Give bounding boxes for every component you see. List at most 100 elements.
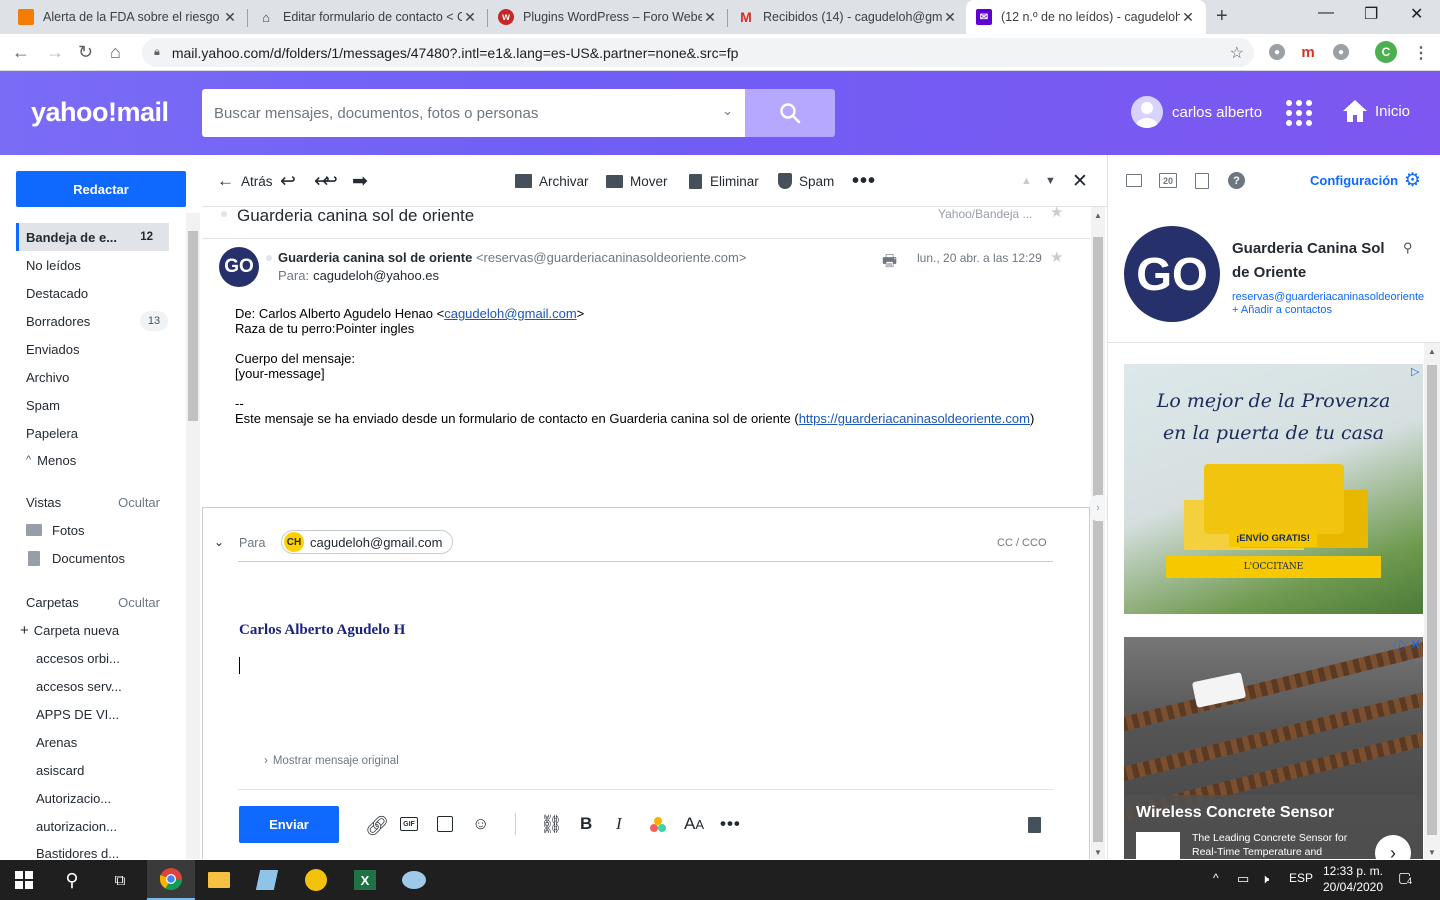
scroll-down-arrow-icon[interactable]: ▼: [1094, 848, 1102, 857]
tray-expand-icon[interactable]: ^: [1213, 871, 1219, 885]
reply-button[interactable]: ↩: [280, 155, 303, 207]
attachment-icon[interactable]: 🔗︎: [365, 814, 389, 838]
close-window-icon[interactable]: ✕: [1410, 4, 1423, 24]
body-from-email-link[interactable]: cagudeloh@gmail.com: [444, 306, 576, 321]
previous-message-icon[interactable]: ▲: [1021, 155, 1032, 207]
bookmark-star-icon[interactable]: ☆: [1230, 43, 1244, 63]
sender-line[interactable]: Guarderia canina sol de oriente <reserva…: [278, 250, 746, 265]
task-view-icon[interactable]: ⧉: [96, 860, 144, 900]
move-button[interactable]: Mover: [606, 155, 668, 207]
composer-body-input[interactable]: [238, 648, 1053, 743]
minimize-icon[interactable]: —: [1318, 4, 1334, 22]
close-message-icon[interactable]: ✕: [1072, 155, 1088, 207]
collapse-rail-chevron-icon[interactable]: ›: [1089, 495, 1107, 521]
sidebar-item-trash[interactable]: Papelera: [16, 419, 186, 447]
scroll-up-arrow-icon[interactable]: ▲: [1428, 347, 1436, 356]
forward-button[interactable]: ➡: [352, 155, 375, 207]
contacts-icon[interactable]: [1126, 174, 1142, 187]
sidebar-user-folder[interactable]: autorizacion...: [16, 812, 186, 840]
system-clock[interactable]: 12:33 p. m. 20/04/2020: [1318, 863, 1388, 895]
bold-icon[interactable]: B: [580, 814, 592, 834]
home-icon[interactable]: ⌂: [110, 42, 121, 62]
excel-icon[interactable]: X: [341, 860, 389, 900]
sidebar-user-folder[interactable]: accesos serv...: [16, 672, 186, 700]
windows-start-icon[interactable]: [0, 860, 48, 900]
print-icon[interactable]: 🖶︎: [882, 250, 897, 277]
scrollbar-thumb[interactable]: [188, 231, 198, 421]
sidebar-user-folder[interactable]: Bastidores d...: [16, 840, 186, 859]
sidebar-item-archive[interactable]: Archivo: [16, 363, 186, 391]
help-icon[interactable]: ?: [1228, 172, 1245, 189]
notepad-icon[interactable]: [1195, 173, 1209, 189]
sidebar-user-folder[interactable]: APPS DE VI...: [16, 700, 186, 728]
gif-icon[interactable]: GIF: [400, 817, 418, 831]
spam-button[interactable]: Spam: [778, 155, 834, 207]
sidebar-item-starred[interactable]: Destacado: [16, 279, 186, 307]
extension-icon[interactable]: ●: [1269, 44, 1285, 60]
emoji-icon[interactable]: ☺: [472, 814, 489, 834]
browser-tab-fda[interactable]: Alerta de la FDA sobre el riesgo d ✕: [8, 0, 248, 34]
scrollbar-thumb[interactable]: [1427, 365, 1437, 835]
sidebar-user-folder[interactable]: Arenas: [16, 728, 186, 756]
paint-app-icon[interactable]: [390, 860, 438, 900]
insert-link-icon[interactable]: ⛓︎: [540, 814, 563, 835]
notepad-app-icon[interactable]: [243, 860, 291, 900]
apps-grid-icon[interactable]: [1286, 100, 1312, 126]
calendar-icon[interactable]: 20: [1159, 173, 1177, 188]
new-tab-icon[interactable]: +: [1216, 5, 1228, 28]
reply-all-button[interactable]: ↩↩: [314, 155, 338, 207]
browser-profile-avatar[interactable]: C: [1375, 41, 1397, 63]
sidebar-item-spam[interactable]: Spam: [16, 391, 186, 419]
scrollbar-thumb[interactable]: [1093, 237, 1103, 842]
scroll-up-arrow-icon[interactable]: ▲: [1094, 211, 1102, 220]
notifications-icon[interactable]: ▢ 4: [1398, 869, 1418, 889]
sticker-icon[interactable]: [437, 816, 453, 832]
message-scrollbar[interactable]: ▲ ▼: [1091, 207, 1105, 859]
search-icon[interactable]: ⚲: [48, 860, 96, 900]
user-menu[interactable]: carlos alberto: [1131, 96, 1262, 128]
close-tab-icon[interactable]: ✕: [942, 9, 958, 26]
close-tab-icon[interactable]: ✕: [462, 9, 478, 26]
folders-hide-link[interactable]: Ocultar: [118, 595, 160, 610]
rail-scrollbar[interactable]: ▲ ▼: [1424, 343, 1440, 859]
next-message-icon[interactable]: ▼: [1045, 155, 1056, 207]
file-explorer-icon[interactable]: [195, 860, 243, 900]
contact-email-link[interactable]: reservas@guarderiacaninasoldeoriente.com: [1232, 291, 1424, 303]
views-hide-link[interactable]: Ocultar: [118, 495, 160, 510]
sidebar-less-toggle[interactable]: ^ Menos: [16, 446, 186, 474]
back-button[interactable]: ← Atrás: [217, 155, 273, 207]
star-icon[interactable]: ★: [1050, 203, 1063, 221]
archive-button[interactable]: Archivar: [515, 155, 589, 207]
cc-bcc-link[interactable]: CC / CCO: [997, 537, 1047, 549]
maximize-icon[interactable]: ❐: [1364, 4, 1378, 24]
recipient-chip[interactable]: CH cagudeloh@gmail.com: [281, 530, 454, 554]
ad-info-icon[interactable]: ⓘ: [1394, 638, 1405, 654]
sidebar-item-documents[interactable]: Documentos: [16, 544, 186, 572]
mega-extension-icon[interactable]: m: [1300, 44, 1316, 61]
address-bar[interactable]: 🔒︎ mail.yahoo.com/d/folders/1/messages/4…: [142, 38, 1254, 67]
more-formatting-icon[interactable]: •••: [720, 814, 741, 834]
app-icon[interactable]: [292, 860, 340, 900]
body-footer-link[interactable]: https://guarderiacaninasoldeoriente.com: [799, 411, 1030, 426]
search-input[interactable]: [214, 104, 704, 122]
sidebar-item-inbox[interactable]: Bandeja de e... 12: [16, 223, 169, 251]
ad-close-icon[interactable]: ✕: [1410, 637, 1421, 653]
search-icon[interactable]: ⚲: [1403, 240, 1413, 256]
sidebar-user-folder[interactable]: asiscard: [16, 756, 186, 784]
browser-menu-icon[interactable]: ⋮: [1413, 43, 1429, 63]
sidebar-user-folder[interactable]: Autorizacio...: [16, 784, 186, 812]
search-button[interactable]: [745, 89, 835, 137]
browser-tab-contact-form[interactable]: ⌂ Editar formulario de contacto < C ✕: [248, 0, 488, 34]
back-arrow-icon[interactable]: ←: [12, 42, 30, 62]
network-icon[interactable]: ▭: [1237, 871, 1249, 887]
forward-arrow-icon[interactable]: →: [46, 42, 64, 62]
browser-tab-gmail[interactable]: M Recibidos (14) - cagudeloh@gma ✕: [728, 0, 968, 34]
close-tab-icon[interactable]: ✕: [222, 9, 238, 26]
reload-icon[interactable]: ↻: [78, 42, 93, 62]
chevron-down-icon[interactable]: ⌄: [722, 103, 733, 119]
ad-choices-icon[interactable]: ▷: [1411, 365, 1419, 378]
close-tab-icon[interactable]: ✕: [1180, 9, 1196, 26]
more-options-icon[interactable]: •••: [852, 155, 876, 207]
italic-icon[interactable]: I: [616, 814, 622, 834]
new-folder-button[interactable]: + Carpeta nueva: [16, 616, 186, 644]
